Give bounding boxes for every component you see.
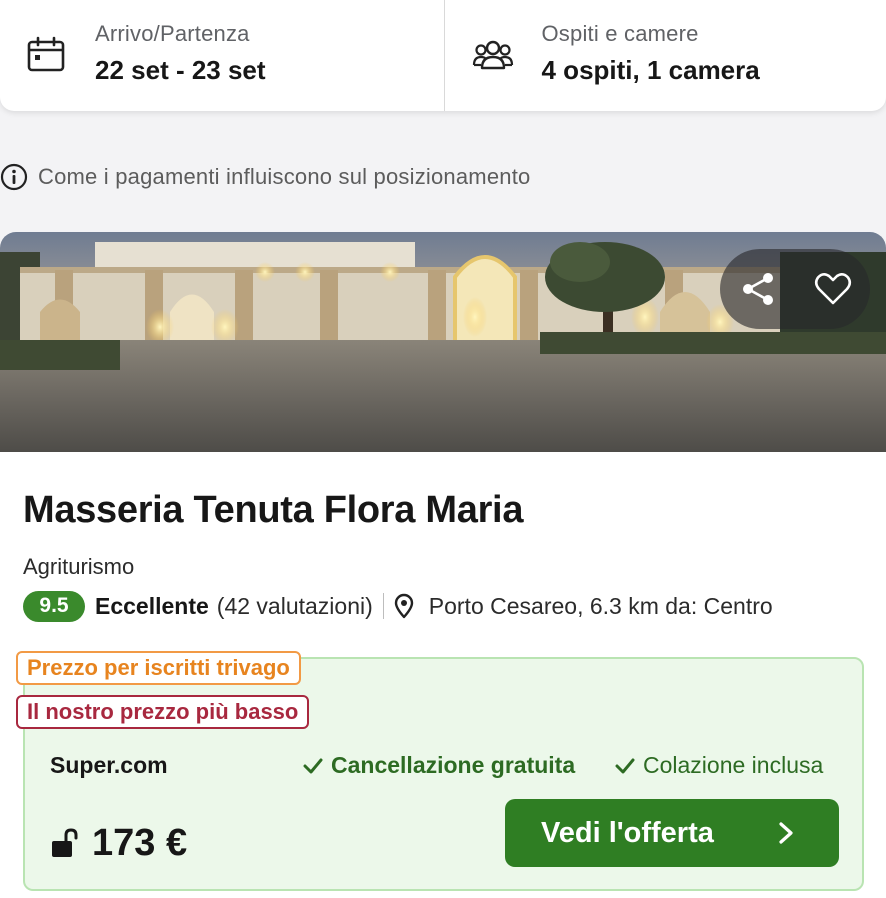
dates-value: 22 set - 23 set: [95, 55, 266, 85]
payment-notice-text: Come i pagamenti influiscono sul posizio…: [38, 164, 531, 189]
breakfast-feature: Colazione inclusa: [615, 752, 823, 779]
payment-ranking-link[interactable]: Come i pagamenti influiscono sul posizio…: [0, 162, 530, 192]
provider-name: Super.com: [50, 752, 168, 778]
unlocked-padlock-icon: [52, 828, 78, 857]
breakfast-text: Colazione inclusa: [643, 752, 824, 778]
location-text[interactable]: Porto Cesareo, 6.3 km da: Centro: [429, 593, 773, 620]
map-pin-icon: [394, 593, 413, 619]
rating-count[interactable]: (42 valutazioni): [217, 593, 373, 620]
dates-selector[interactable]: Arrivo/Partenza 22 set - 23 set: [0, 0, 444, 111]
lowest-price-tag: Il nostro prezzo più basso: [16, 695, 310, 729]
offer-box: Super.com Cancellazione gratuita Colazio…: [23, 657, 864, 891]
price: 173 €: [92, 821, 188, 864]
chevron-right-icon: [779, 822, 793, 844]
rating-label[interactable]: Eccellente: [95, 593, 209, 620]
free-cancellation-feature: Cancellazione gratuita: [303, 752, 575, 779]
guests-icon: [472, 40, 513, 70]
accommodation-type: Agriturismo: [23, 554, 135, 579]
checkmark-icon: [303, 758, 323, 773]
calendar-icon: [27, 36, 65, 72]
member-price-tag: Prezzo per iscritti trivago: [16, 651, 301, 685]
hotel-name[interactable]: Masseria Tenuta Flora Maria: [23, 489, 523, 532]
guests-label: Ospiti e camere: [541, 21, 699, 46]
view-offer-label: Vedi l'offerta: [541, 816, 714, 849]
heart-icon: [814, 273, 851, 305]
free-cancellation-text: Cancellazione gratuita: [331, 752, 576, 778]
view-offer-button[interactable]: Vedi l'offerta: [505, 799, 839, 867]
guests-selector[interactable]: Ospiti e camere 4 ospiti, 1 camera: [445, 0, 886, 111]
share-button[interactable]: [720, 249, 795, 329]
hotel-card: Masseria Tenuta Flora Maria Agriturismo …: [0, 232, 886, 898]
info-icon: [0, 163, 28, 191]
guests-value: 4 ospiti, 1 camera: [541, 55, 760, 85]
rating-row: 9.5 Eccellente (42 valutazioni) Porto Ce…: [23, 588, 773, 624]
share-icon: [742, 273, 773, 305]
dates-label: Arrivo/Partenza: [95, 21, 250, 46]
search-bar: Arrivo/Partenza 22 set - 23 set Ospiti e…: [0, 0, 886, 111]
checkmark-icon: [615, 758, 635, 773]
favorite-button[interactable]: [795, 249, 870, 329]
price-row: 173 €: [50, 819, 187, 867]
photo-actions: [720, 249, 870, 329]
rating-separator: [382, 593, 384, 619]
rating-score-badge: 9.5: [23, 590, 85, 622]
